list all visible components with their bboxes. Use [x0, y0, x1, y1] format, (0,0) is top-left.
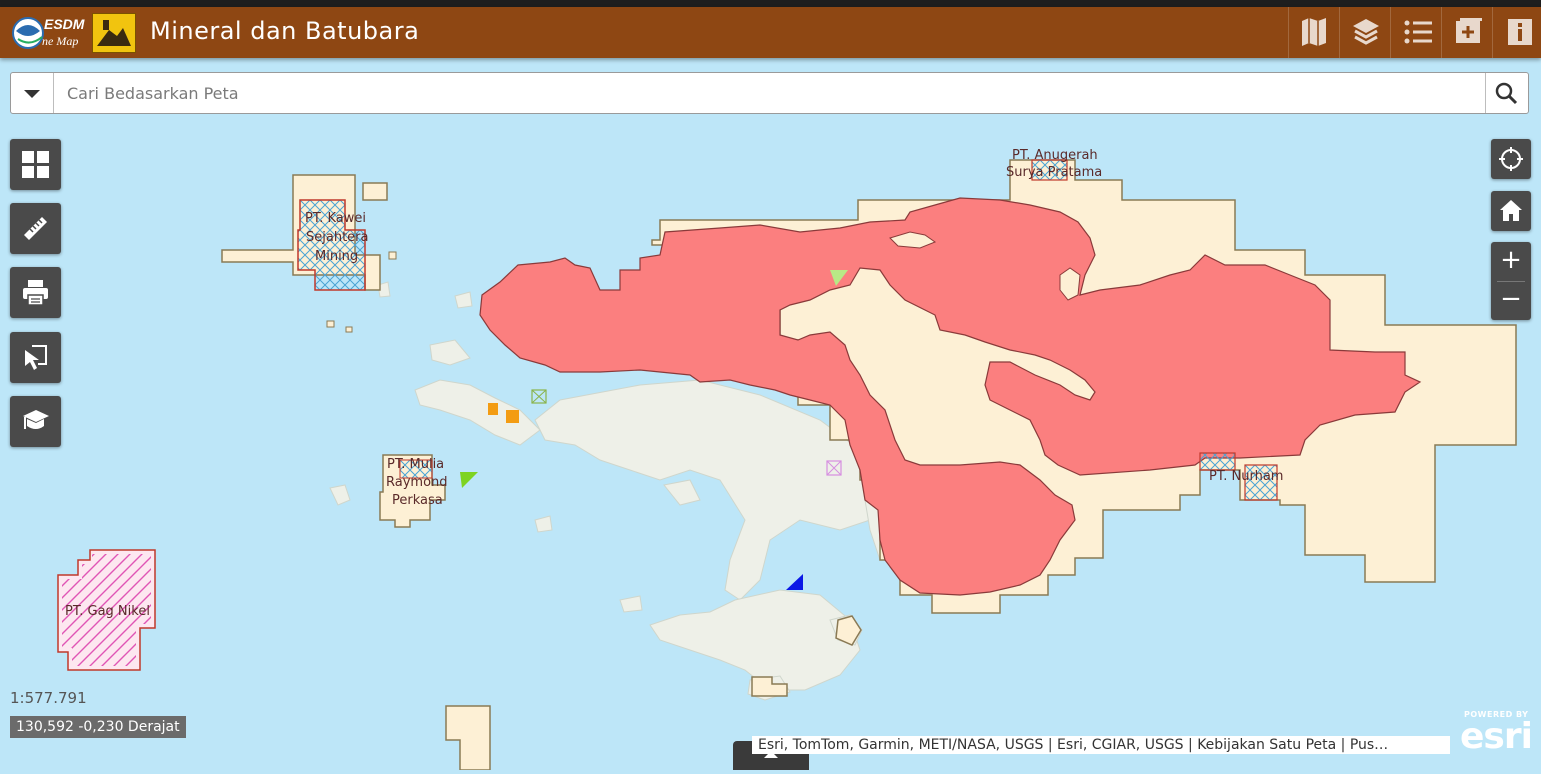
- zoom-out-button[interactable]: −: [1491, 281, 1531, 320]
- map-attribution: Esri, TomTom, Garmin, METI/NASA, USGS | …: [752, 736, 1450, 754]
- label-mulia-2: Raymond: [386, 475, 448, 490]
- app-header: ESDM ne Map Mineral dan Batubara: [0, 7, 1541, 58]
- concession-kawei[interactable]: [221, 174, 397, 333]
- svg-text:ne Map: ne Map: [42, 34, 78, 48]
- caret-down-icon: [24, 90, 40, 98]
- mining-logo: [92, 13, 136, 53]
- esri-wordmark: esri: [1460, 716, 1533, 757]
- label-mulia-1: PT. Mulia: [387, 457, 444, 472]
- esri-logo: POWERED BY esri: [1458, 708, 1538, 758]
- label-nurham: PT. Nurham: [1209, 469, 1283, 484]
- locate-button[interactable]: [1491, 139, 1531, 179]
- legend-button[interactable]: [1390, 7, 1441, 58]
- zoom-in-button[interactable]: +: [1491, 242, 1531, 281]
- ruler-icon: [24, 217, 47, 240]
- coordinate-readout: 130,592 -0,230 Derajat: [10, 716, 186, 738]
- label-anugerah-1: PT. Anugerah: [1012, 148, 1098, 163]
- label-anugerah-2: Surya Pratama: [1006, 165, 1102, 180]
- label-gag-nikel: PT. Gag Nikel: [65, 604, 150, 619]
- search-icon: [1495, 82, 1518, 105]
- label-kawei-2: Sejahtera: [306, 230, 368, 245]
- layer-list-button[interactable]: [1339, 7, 1390, 58]
- list-icon: [1404, 20, 1432, 44]
- zoom-control: + −: [1491, 242, 1531, 320]
- label-kawei-1: PT. Kawei: [305, 211, 366, 226]
- scale-text: 1:577.791: [10, 689, 87, 707]
- search-input[interactable]: [67, 73, 1477, 113]
- basemap-gallery-button[interactable]: [1288, 7, 1339, 58]
- search-bar: [10, 72, 1529, 114]
- select-button[interactable]: [10, 332, 61, 383]
- graduation-cap-icon: [23, 410, 49, 429]
- widget-grid-button[interactable]: [10, 139, 61, 190]
- select-cursor-icon: [25, 345, 47, 370]
- map-icon: [1302, 18, 1326, 46]
- education-button[interactable]: [10, 396, 61, 447]
- add-icon: [1456, 18, 1482, 43]
- label-mulia-3: Perkasa: [392, 493, 443, 508]
- layers-icon: [1353, 19, 1379, 45]
- home-button[interactable]: [1491, 191, 1531, 231]
- info-icon: [1508, 19, 1532, 45]
- grid-icon: [22, 151, 49, 178]
- measure-button[interactable]: [10, 203, 61, 254]
- home-icon: [1500, 200, 1522, 221]
- search-source-dropdown[interactable]: [11, 73, 54, 113]
- esdm-one-map-logo: ESDM ne Map: [8, 11, 88, 53]
- about-button[interactable]: [1492, 7, 1541, 58]
- map-canvas[interactable]: PT. Anugerah Surya Pratama PT. Kawei Sej…: [0, 0, 1541, 770]
- add-data-button[interactable]: [1441, 7, 1492, 58]
- svg-text:ESDM: ESDM: [44, 16, 85, 32]
- label-kawei-3: Mining: [315, 249, 358, 264]
- app-title: Mineral dan Batubara: [150, 17, 420, 45]
- concession-bottom[interactable]: [445, 705, 491, 770]
- print-button[interactable]: [10, 267, 61, 318]
- printer-icon: [23, 280, 48, 306]
- search-button[interactable]: [1485, 73, 1528, 113]
- top-strip: [0, 0, 1541, 7]
- crosshair-icon: [1499, 147, 1523, 171]
